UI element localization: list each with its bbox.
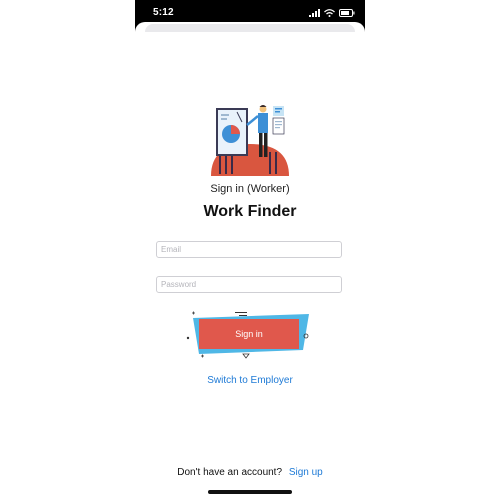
signin-role-subtitle: Sign in (Worker) — [210, 183, 290, 195]
wifi-icon — [324, 9, 335, 17]
signin-button-container: Sign in — [185, 310, 315, 360]
signal-icon — [309, 9, 320, 17]
presentation-illustration — [211, 105, 289, 176]
password-field[interactable] — [156, 276, 342, 293]
signin-button[interactable]: Sign in — [199, 319, 299, 349]
email-field[interactable] — [156, 241, 342, 258]
switch-to-employer-link[interactable]: Switch to Employer — [135, 375, 365, 386]
signup-prompt: Don't have an account? — [177, 467, 283, 478]
signup-footer: Don't have an account? Sign up — [135, 467, 365, 478]
phone-screen: 5:12 Sign in (Worker) Work Finder Email … — [135, 0, 365, 500]
battery-icon — [339, 9, 355, 17]
signup-link[interactable]: Sign up — [289, 467, 323, 478]
status-time: 5:12 — [153, 7, 174, 18]
home-indicator — [208, 490, 292, 494]
page: 5:12 Sign in (Worker) Work Finder Email … — [0, 0, 500, 500]
background-sheet — [145, 24, 355, 32]
app-title: Work Finder — [203, 203, 297, 220]
status-icons — [309, 8, 355, 18]
